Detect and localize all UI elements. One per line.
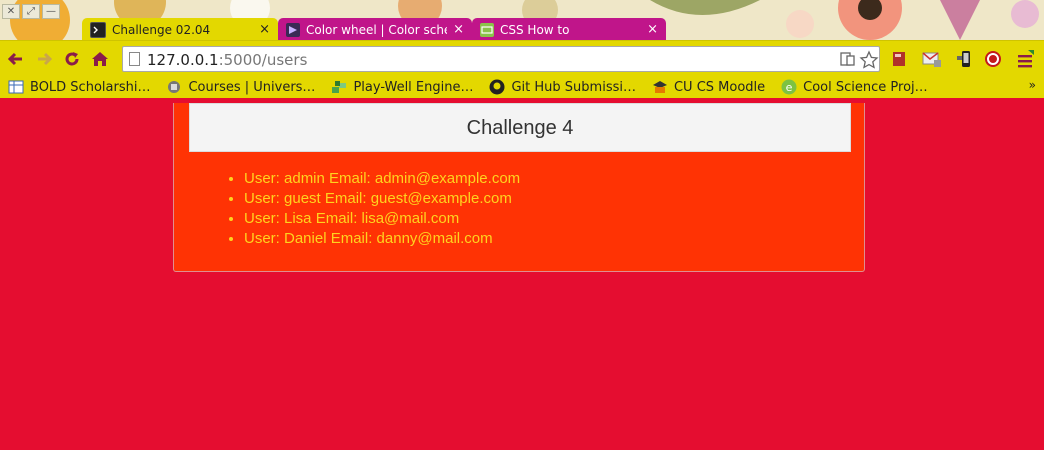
tab-css-how-to[interactable]: CSS How to × [472, 18, 666, 40]
bookmark-cool-science[interactable]: e Cool Science Proj… [781, 79, 928, 95]
courses-icon [166, 79, 182, 95]
reload-icon [65, 52, 79, 66]
tab-close-icon[interactable]: × [453, 22, 464, 37]
tab-title: Color wheel | Color schem [306, 22, 447, 37]
home-button[interactable] [90, 49, 110, 69]
tab-title: CSS How to [500, 22, 570, 37]
page-title: Challenge 4 [189, 103, 851, 152]
address-bar[interactable]: 127.0.0.1:5000/users [122, 46, 880, 72]
reader-icon[interactable] [839, 50, 857, 72]
bookmark-label: Cool Science Proj… [803, 79, 928, 95]
url-host: 127.0.0.1 [147, 51, 219, 69]
bookmarks-overflow-button[interactable]: » [1029, 78, 1036, 92]
bookmark-play-well[interactable]: Play-Well Engine… [331, 79, 473, 95]
forward-button[interactable] [34, 49, 54, 69]
moodle-icon [652, 79, 668, 95]
window-controls: ✕ ⤢ — [2, 4, 60, 19]
bookmark-label: Git Hub Submissi… [511, 79, 636, 95]
users-card: Challenge 4 User: admin Email: admin@exa… [173, 103, 865, 272]
tab-title: Challenge 02.04 [112, 22, 211, 37]
blocks-icon [331, 79, 347, 95]
bookmark-label: BOLD Scholarshi… [30, 79, 151, 95]
menu-icon[interactable] [1016, 50, 1034, 68]
extension-book-icon[interactable] [890, 50, 908, 68]
list-item: User: Daniel Email: danny@mail.com [244, 229, 520, 249]
tab-close-icon[interactable]: × [647, 22, 658, 37]
terminal-icon [90, 21, 106, 38]
back-arrow-icon [7, 52, 22, 66]
bookmark-star-icon[interactable] [859, 50, 879, 74]
bookmark-label: CU CS Moodle [673, 79, 766, 95]
back-button[interactable] [6, 49, 26, 69]
tab-challenge[interactable]: Challenge 02.04 × [82, 18, 278, 40]
forward-arrow-icon [38, 52, 53, 66]
list-item: User: Lisa Email: lisa@mail.com [244, 209, 520, 229]
page-icon [129, 52, 140, 66]
bookmark-label: Courses | Univers… [188, 79, 316, 95]
table-icon [8, 79, 24, 95]
list-item: User: guest Email: guest@example.com [244, 189, 520, 209]
bookmark-github[interactable]: Git Hub Submissi… [489, 79, 636, 95]
browser-toolbar: 127.0.0.1:5000/users [0, 40, 1044, 77]
css-icon [480, 22, 494, 37]
home-icon [92, 52, 108, 66]
list-item: User: admin Email: admin@example.com [244, 169, 520, 189]
adblock-icon[interactable] [984, 50, 1002, 68]
tab-close-icon[interactable]: × [259, 22, 270, 37]
bookmarks-bar: BOLD Scholarshi… Courses | Univers… Play… [0, 76, 1044, 98]
color-wheel-icon [286, 22, 300, 37]
phone-extension-icon[interactable] [956, 50, 974, 68]
bookmark-label: Play-Well Engine… [353, 79, 474, 95]
bookmark-courses[interactable]: Courses | Univers… [166, 79, 315, 95]
maximize-window-button[interactable]: ⤢ [22, 4, 40, 19]
page-content: Challenge 4 User: admin Email: admin@exa… [0, 98, 1044, 450]
close-window-button[interactable]: ✕ [2, 4, 20, 19]
bookmark-cu-moodle[interactable]: CU CS Moodle [652, 79, 765, 95]
svg-text:e: e [786, 81, 793, 94]
reload-button[interactable] [62, 49, 82, 69]
url-path: :5000/users [218, 51, 308, 69]
minimize-window-button[interactable]: — [42, 4, 60, 19]
evernote-icon: e [781, 79, 797, 95]
tab-strip: ✕ ⤢ — Challenge 02.04 × Color wheel | Co… [0, 0, 1044, 40]
address-url: 127.0.0.1:5000/users [147, 51, 307, 69]
bookmark-bold-scholarship[interactable]: BOLD Scholarshi… [8, 79, 150, 95]
tab-color-wheel[interactable]: Color wheel | Color schem × [278, 18, 472, 40]
user-list: User: admin Email: admin@example.com Use… [244, 169, 520, 249]
github-icon [489, 79, 505, 95]
mail-checker-icon[interactable] [922, 50, 941, 68]
